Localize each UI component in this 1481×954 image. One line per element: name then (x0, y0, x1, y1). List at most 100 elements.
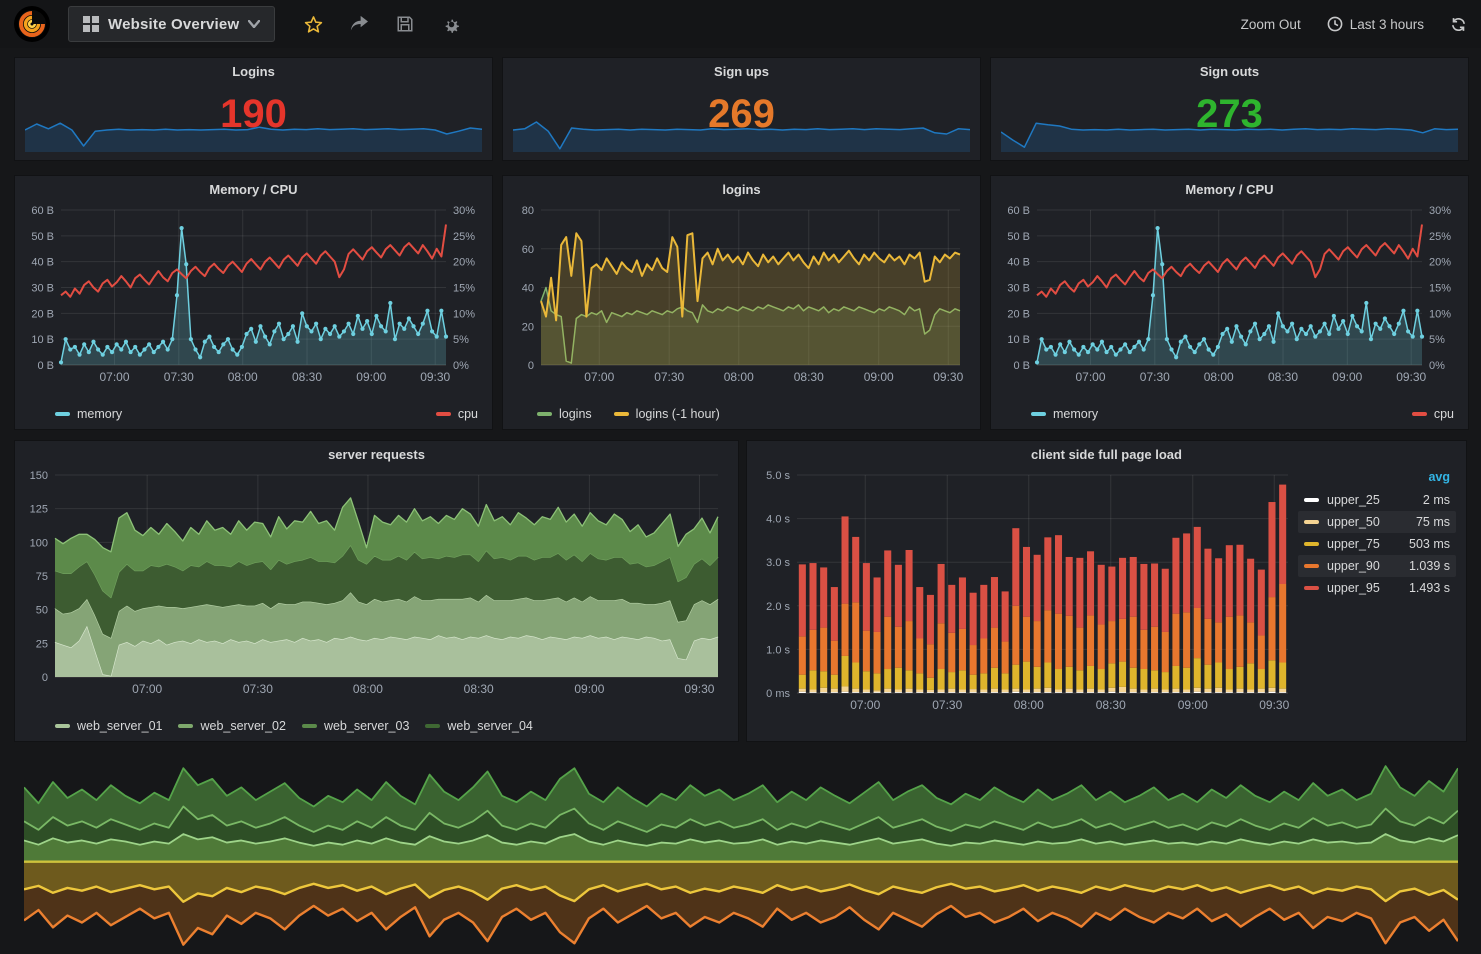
time-range-picker[interactable]: Last 3 hours (1327, 16, 1424, 32)
stat-panel-logins: Logins 190 (14, 57, 493, 161)
stat-panel-signups: Sign ups 269 (502, 57, 981, 161)
svg-text:09:00: 09:00 (574, 682, 604, 696)
legend-label: upper_25 (1327, 493, 1380, 507)
legend-item-web_server_03[interactable]: web_server_03 (302, 719, 409, 733)
legend-avg-value: 1.493 s (1409, 581, 1450, 595)
svg-text:08:30: 08:30 (794, 370, 824, 384)
legend-item-web_server_01[interactable]: web_server_01 (55, 719, 162, 733)
svg-text:5%: 5% (453, 334, 469, 346)
svg-text:09:30: 09:30 (420, 370, 450, 384)
svg-text:0: 0 (42, 672, 48, 684)
zoom-out-button[interactable]: Zoom Out (1241, 17, 1301, 32)
svg-text:09:30: 09:30 (1396, 370, 1426, 384)
settings-button[interactable] (441, 14, 461, 34)
dashboard-picker[interactable]: Website Overview (68, 6, 275, 42)
legend-swatch (1304, 520, 1319, 524)
sparkline[interactable] (1001, 110, 1458, 152)
logins-chart[interactable]: 02040608007:0007:3008:0008:3009:0009:30 (509, 202, 974, 387)
legend-row-upper_50[interactable]: upper_5075 ms (1298, 511, 1456, 533)
svg-text:07:00: 07:00 (132, 682, 162, 696)
memory-cpu-chart[interactable]: 0 B0%10 B5%20 B10%30 B15%40 B20%50 B25%6… (997, 202, 1462, 387)
legend-label: logins (-1 hour) (636, 407, 720, 421)
server-requests-chart[interactable]: 025507510012515007:0007:3008:0008:3009:0… (21, 467, 732, 699)
svg-text:125: 125 (30, 504, 48, 516)
panel-title[interactable]: server requests (15, 447, 738, 462)
legend-item-web_server_04[interactable]: web_server_04 (425, 719, 532, 733)
svg-text:07:30: 07:30 (932, 698, 962, 712)
panel-title[interactable]: client side full page load (747, 447, 1466, 462)
svg-text:20: 20 (522, 321, 534, 333)
svg-text:09:30: 09:30 (1259, 698, 1289, 712)
share-button[interactable] (349, 14, 369, 34)
legend-label: upper_50 (1327, 515, 1380, 529)
legend-row-upper_90[interactable]: upper_901.039 s (1298, 555, 1456, 577)
grafana-logo[interactable] (14, 6, 50, 42)
legend-row-upper_75[interactable]: upper_75503 ms (1298, 533, 1456, 555)
legend-label: web_server_04 (447, 719, 532, 733)
svg-text:08:30: 08:30 (292, 370, 322, 384)
panel-title[interactable]: Memory / CPU (991, 182, 1468, 197)
star-icon (304, 15, 323, 34)
legend-item-cpu[interactable]: cpu (1412, 407, 1454, 421)
svg-text:100: 100 (30, 537, 48, 549)
svg-text:30 B: 30 B (1007, 283, 1030, 295)
svg-text:2.0 s: 2.0 s (766, 601, 790, 613)
svg-text:10%: 10% (1429, 308, 1451, 320)
svg-text:08:00: 08:00 (1204, 370, 1234, 384)
legend: memory cpu (55, 407, 478, 421)
panel-title[interactable]: Sign ups (503, 64, 980, 79)
svg-text:150: 150 (30, 470, 48, 482)
navbar: Website Overview (0, 0, 1481, 48)
traffic-strip-chart[interactable] (24, 758, 1458, 950)
panel-title[interactable]: logins (503, 182, 980, 197)
legend-item-cpu[interactable]: cpu (436, 407, 478, 421)
panel-title[interactable]: Memory / CPU (15, 182, 492, 197)
legend: logins logins (-1 hour) (537, 407, 966, 421)
svg-text:10 B: 10 B (1007, 334, 1030, 346)
memory-cpu-chart[interactable]: 0 B0%10 B5%20 B10%30 B15%40 B20%50 B25%6… (21, 202, 486, 387)
legend-label: web_server_03 (324, 719, 409, 733)
legend-item-logins (-1 hour)[interactable]: logins (-1 hour) (614, 407, 720, 421)
svg-text:15%: 15% (453, 283, 475, 295)
legend-swatch (425, 724, 440, 728)
zoom-out-label: Zoom Out (1241, 17, 1301, 32)
server-requests-panel: server requests 025507510012515007:0007:… (14, 440, 739, 742)
legend-swatch (1304, 564, 1319, 568)
svg-text:0%: 0% (453, 360, 469, 372)
svg-text:07:30: 07:30 (654, 370, 684, 384)
legend-avg-header[interactable]: avg (1298, 467, 1456, 489)
svg-text:50: 50 (36, 605, 48, 617)
legend-label: upper_95 (1327, 581, 1380, 595)
svg-text:07:30: 07:30 (243, 682, 273, 696)
legend-swatch (302, 724, 317, 728)
sparkline[interactable] (513, 110, 970, 152)
svg-text:25%: 25% (453, 231, 475, 243)
svg-text:30%: 30% (1429, 205, 1451, 217)
legend-row-upper_95[interactable]: upper_95 1.493 s (1298, 577, 1456, 599)
svg-text:5%: 5% (1429, 334, 1445, 346)
legend-item-web_server_02[interactable]: web_server_02 (178, 719, 285, 733)
svg-text:10%: 10% (453, 308, 475, 320)
legend-item-memory[interactable]: memory (1031, 407, 1098, 421)
legend-label: upper_90 (1327, 559, 1380, 573)
panel-title[interactable]: Logins (15, 64, 492, 79)
svg-text:09:00: 09:00 (1332, 370, 1362, 384)
legend-item-memory[interactable]: memory (55, 407, 122, 421)
page-load-chart[interactable]: 0 ms1.0 s2.0 s3.0 s4.0 s5.0 s07:0007:300… (753, 467, 1294, 715)
svg-text:20%: 20% (453, 257, 475, 269)
legend-row-upper_25[interactable]: upper_252 ms (1298, 489, 1456, 511)
legend-swatch (1304, 542, 1319, 546)
legend-item-logins[interactable]: logins (537, 407, 592, 421)
refresh-button[interactable] (1450, 16, 1467, 33)
svg-text:09:30: 09:30 (933, 370, 963, 384)
legend-label: upper_75 (1327, 537, 1380, 551)
panel-title[interactable]: Sign outs (991, 64, 1468, 79)
caret-down-icon (248, 20, 260, 28)
svg-text:08:00: 08:00 (724, 370, 754, 384)
svg-text:60: 60 (522, 244, 534, 256)
save-button[interactable] (395, 14, 415, 34)
sparkline[interactable] (25, 110, 482, 152)
svg-text:60 B: 60 B (31, 205, 54, 217)
star-button[interactable] (303, 14, 323, 34)
svg-text:30 B: 30 B (31, 283, 54, 295)
